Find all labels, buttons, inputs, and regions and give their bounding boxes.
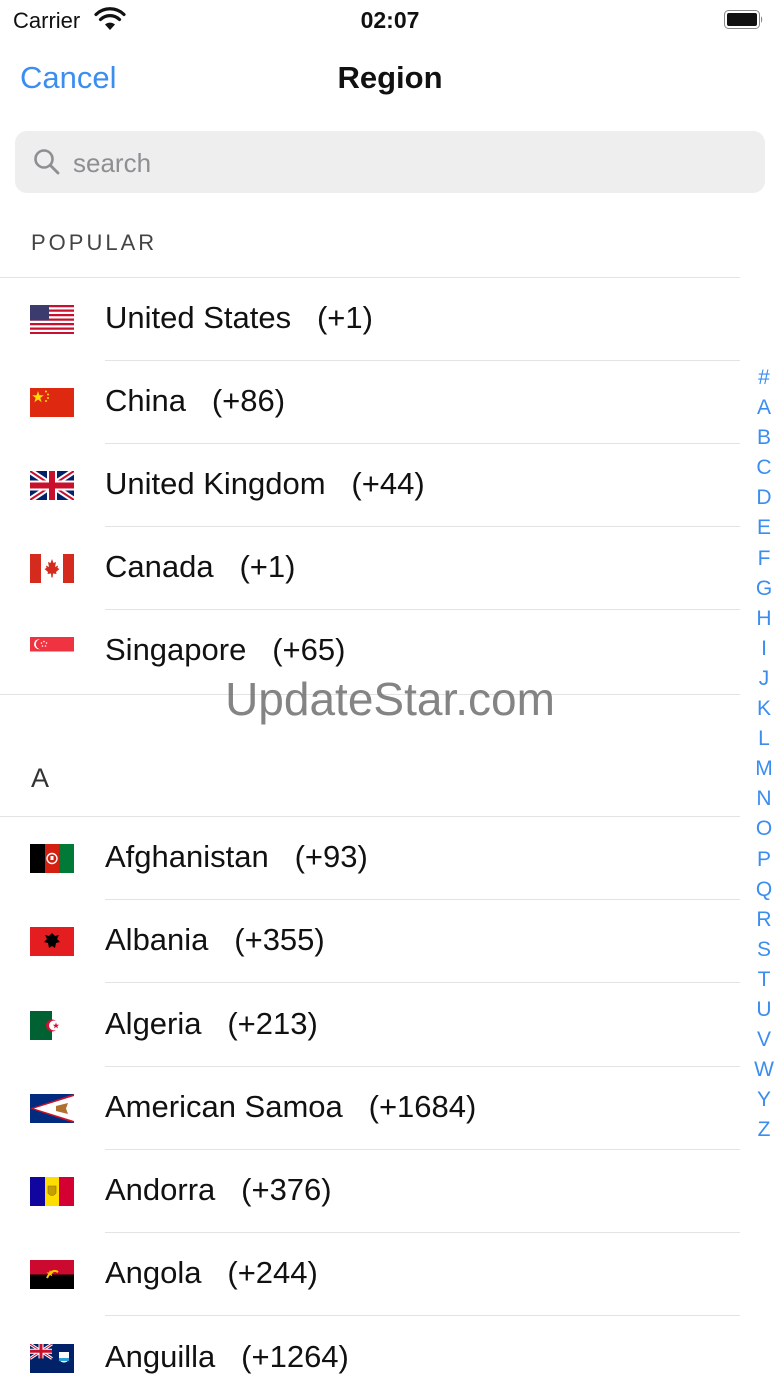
section-index[interactable]: # A B C D E F G H I J K L M N O P Q R S T U V W Y Z (752, 363, 776, 1145)
index-letter-c[interactable]: C (752, 453, 776, 483)
index-letter-v[interactable]: V (752, 1025, 776, 1055)
index-letter-s[interactable]: S (752, 935, 776, 965)
index-letter-i[interactable]: I (752, 634, 776, 664)
index-letter-z[interactable]: Z (752, 1115, 776, 1145)
country-name: Angola (+244) (105, 1255, 318, 1290)
row-divider (105, 1315, 740, 1316)
country-name: Anguilla (+1264) (105, 1339, 349, 1374)
as-flag-icon (30, 1094, 74, 1123)
index-letter-o[interactable]: O (752, 814, 776, 844)
ca-flag-icon (30, 554, 74, 583)
search-icon (34, 149, 60, 175)
index-letter-m[interactable]: M (752, 754, 776, 784)
page-title: Region (337, 60, 443, 95)
country-row-andorra[interactable]: Andorra (+376) (0, 1150, 740, 1233)
nav-bar: Cancel Region (0, 50, 780, 110)
country-row-albania[interactable]: Albania (+355) (0, 900, 740, 983)
country-row-angola[interactable]: Angola (+244) (0, 1233, 740, 1316)
country-row-united-states[interactable]: United States (+1) (0, 278, 740, 361)
gb-flag-icon (30, 471, 74, 500)
country-row-afghanistan[interactable]: Afghanistan (+93) (0, 817, 740, 900)
index-letter-l[interactable]: L (752, 724, 776, 754)
country-row-china[interactable]: China (+86) (0, 361, 740, 444)
search-bar[interactable] (15, 131, 765, 193)
status-time: 02:07 (360, 7, 420, 33)
country-name: United Kingdom (+44) (105, 466, 425, 501)
country-name: Albania (+355) (105, 922, 325, 957)
index-letter-u[interactable]: U (752, 995, 776, 1025)
search-input[interactable] (71, 141, 735, 185)
row-divider (105, 982, 740, 983)
country-name: Canada (+1) (105, 549, 296, 584)
index-letter-y[interactable]: Y (752, 1085, 776, 1115)
section-title: A (31, 763, 50, 793)
country-row-united-kingdom[interactable]: United Kingdom (+44) (0, 444, 740, 527)
dz-flag-icon (30, 1011, 74, 1040)
section-title: POPULAR (31, 230, 158, 255)
index-letter-b[interactable]: B (752, 423, 776, 453)
battery-icon (724, 10, 763, 29)
sg-flag-icon (30, 637, 74, 666)
country-row-algeria[interactable]: Algeria (+213) (0, 984, 740, 1067)
index-letter-e[interactable]: E (752, 513, 776, 543)
index-letter-r[interactable]: R (752, 905, 776, 935)
watermark: UpdateStar.com (225, 673, 555, 725)
ao-flag-icon (30, 1260, 74, 1289)
country-name: Andorra (+376) (105, 1172, 332, 1207)
country-name: United States (+1) (105, 300, 373, 335)
index-letter-w[interactable]: W (752, 1055, 776, 1085)
country-row-canada[interactable]: Canada (+1) (0, 527, 740, 610)
index-letter-d[interactable]: D (752, 483, 776, 513)
ad-flag-icon (30, 1177, 74, 1206)
us-flag-icon (30, 305, 74, 334)
al-flag-icon (30, 927, 74, 956)
country-name: American Samoa (+1684) (105, 1089, 477, 1124)
country-row-anguilla[interactable]: Anguilla (+1264) (0, 1317, 740, 1400)
country-name: Algeria (+213) (105, 1006, 318, 1041)
cn-flag-icon (30, 388, 74, 417)
index-letter-hash[interactable]: # (752, 363, 776, 393)
country-row-american-samoa[interactable]: American Samoa (+1684) (0, 1067, 740, 1150)
index-letter-p[interactable]: P (752, 845, 776, 875)
country-name: China (+86) (105, 383, 286, 418)
index-letter-g[interactable]: G (752, 574, 776, 604)
section-header-popular: POPULAR (0, 220, 740, 278)
index-letter-h[interactable]: H (752, 604, 776, 634)
status-bar: Carrier 02:07 (0, 0, 780, 40)
section-header-a: A (0, 735, 740, 815)
index-letter-f[interactable]: F (752, 544, 776, 574)
af-flag-icon (30, 844, 74, 873)
country-name: Afghanistan (+93) (105, 839, 368, 874)
index-letter-q[interactable]: Q (752, 875, 776, 905)
index-letter-n[interactable]: N (752, 784, 776, 814)
index-letter-t[interactable]: T (752, 965, 776, 995)
country-name: Singapore (+65) (105, 632, 346, 667)
index-letter-a[interactable]: A (752, 393, 776, 423)
ai-flag-icon (30, 1344, 74, 1373)
